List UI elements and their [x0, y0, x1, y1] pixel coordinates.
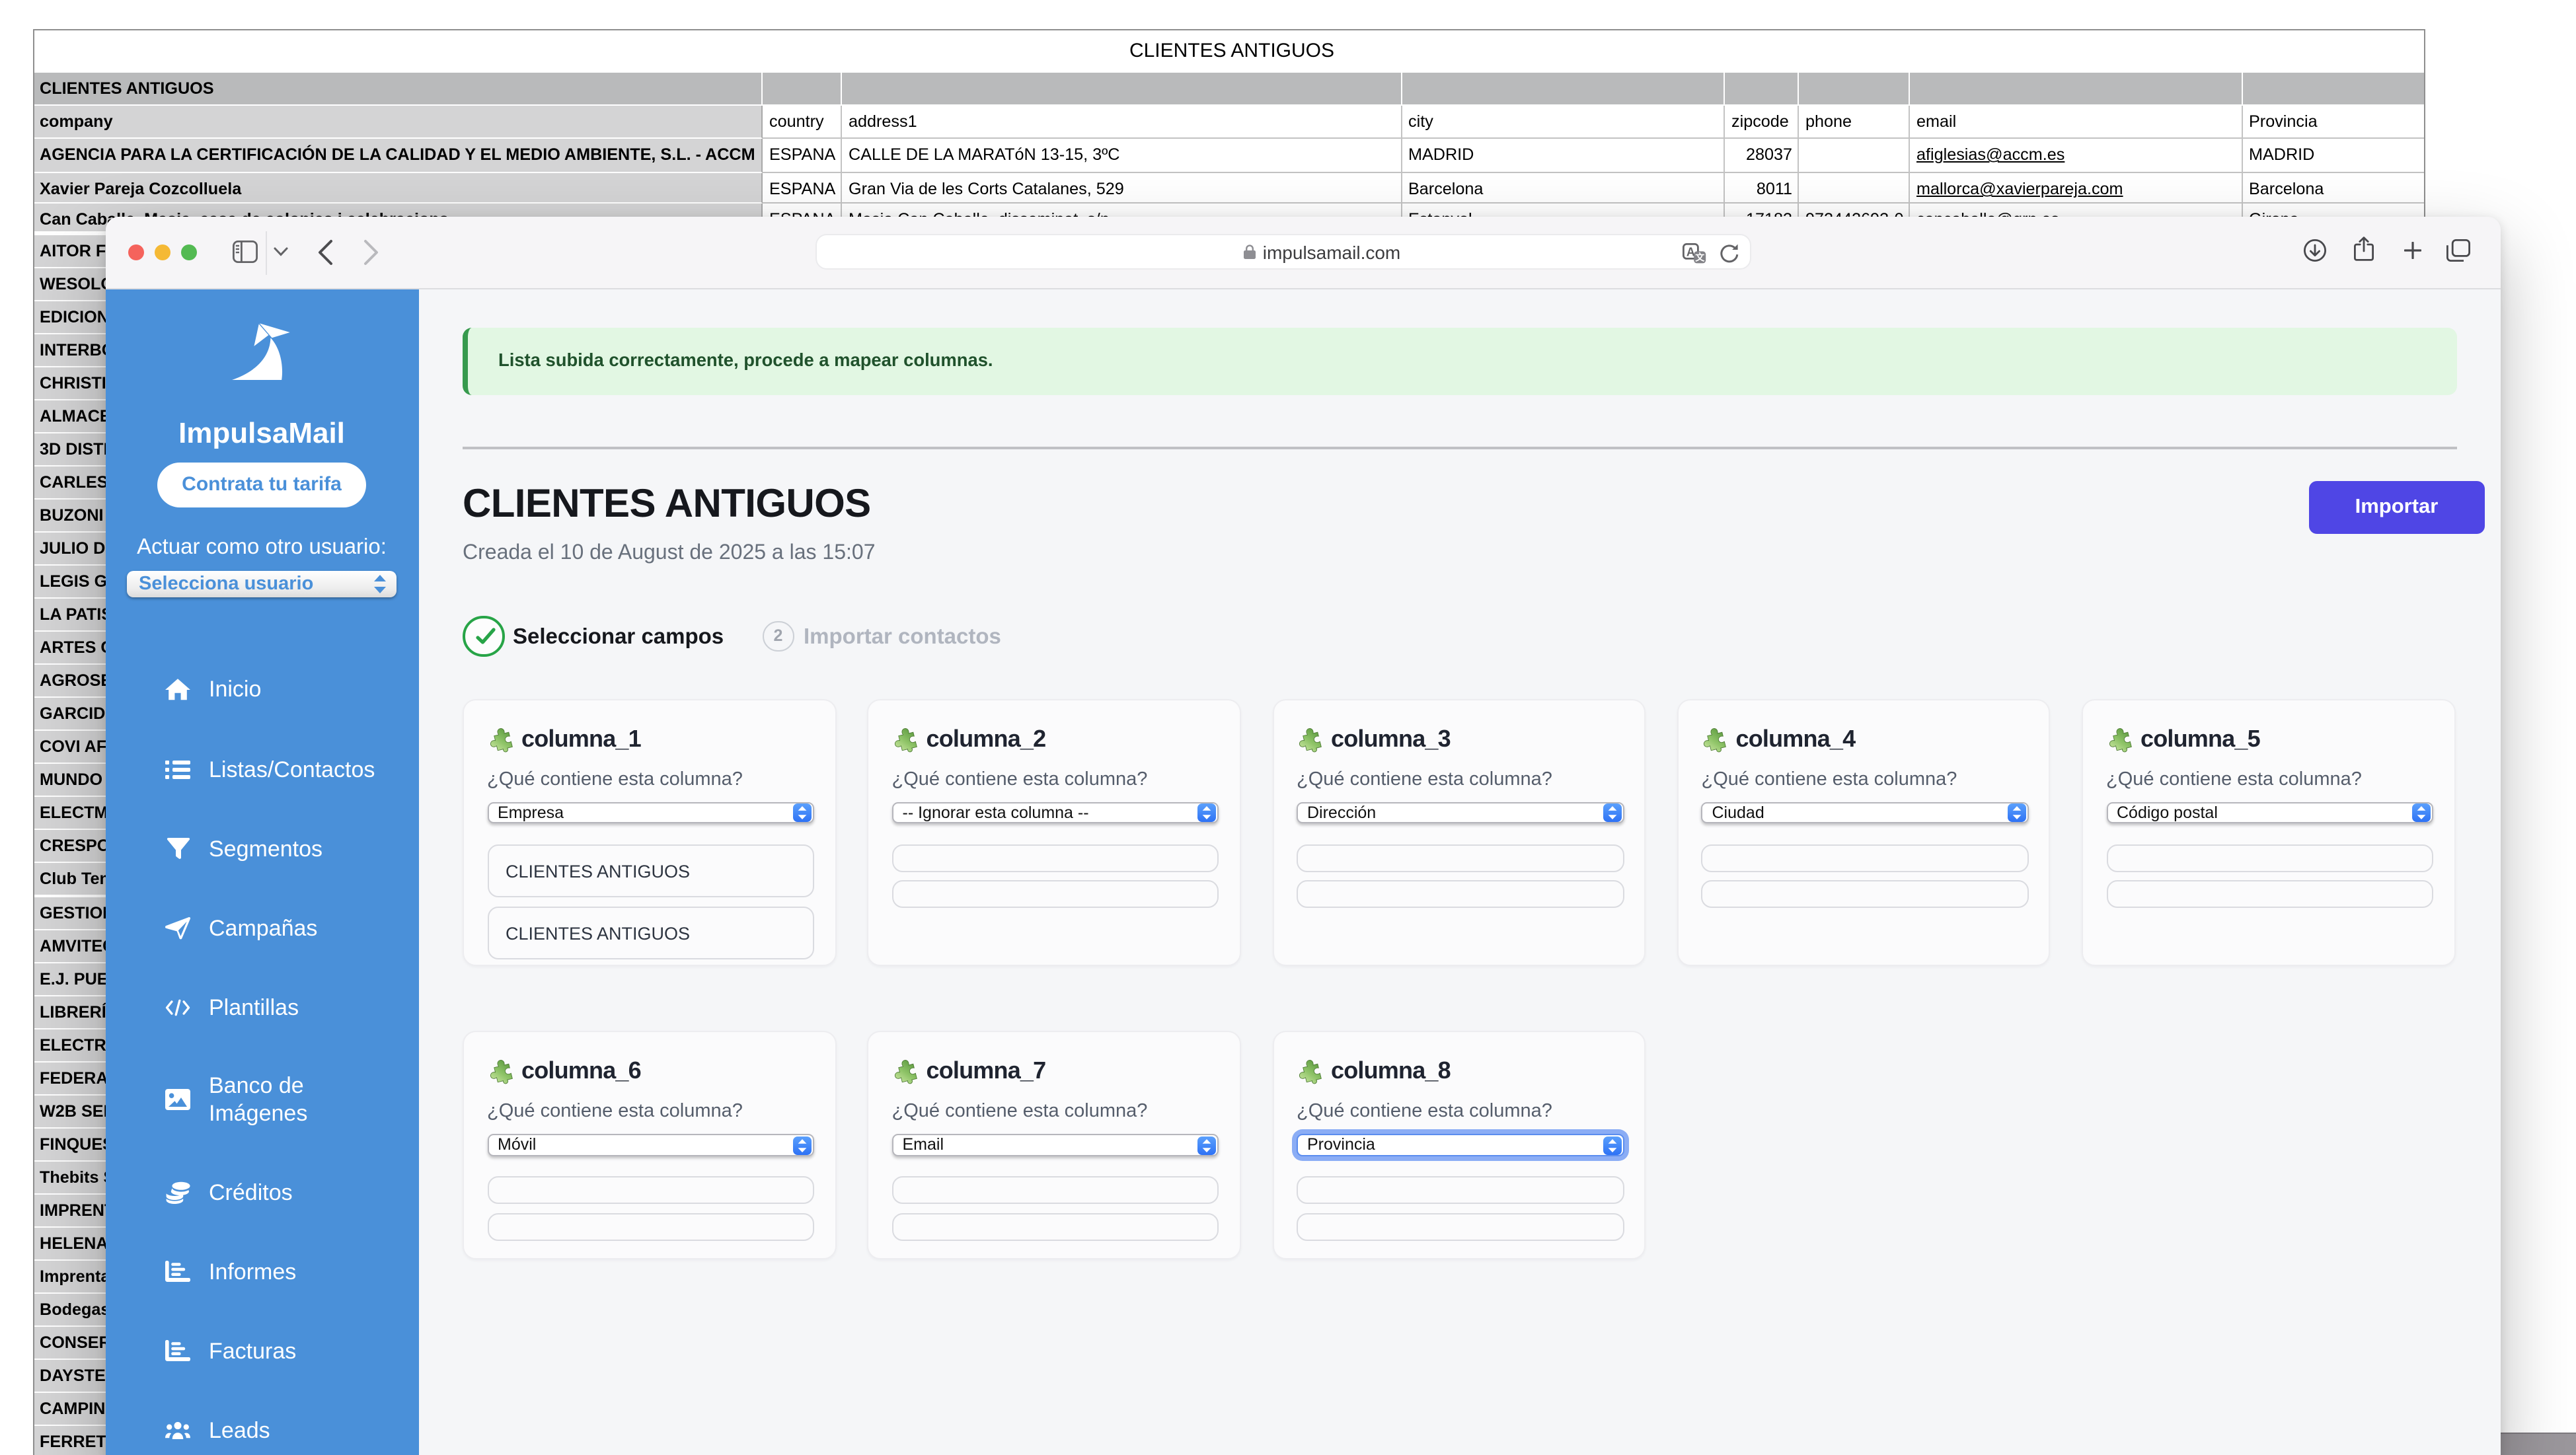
svg-text:A: A	[1686, 245, 1695, 258]
svg-text:文: 文	[1695, 252, 1705, 262]
